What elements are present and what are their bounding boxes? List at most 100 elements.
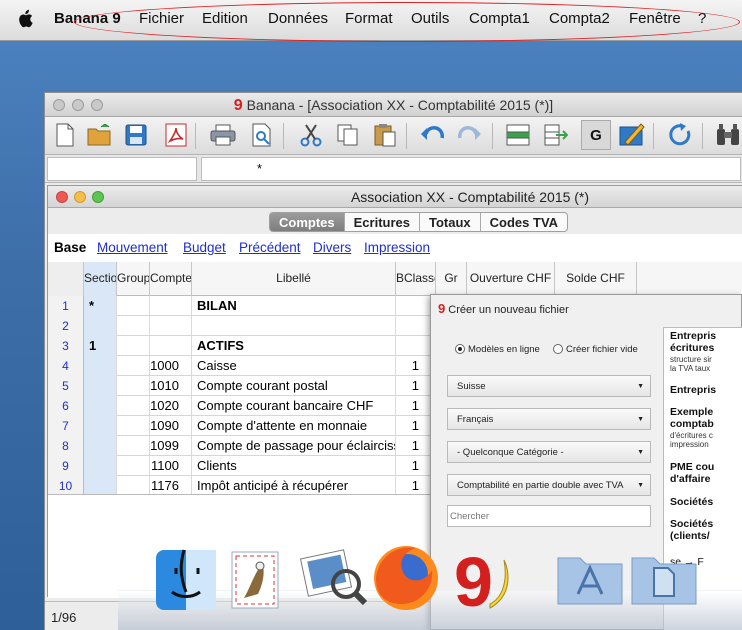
subtab-impression[interactable]: Impression [364,240,430,255]
cell-compte[interactable]: 1020 [150,396,192,416]
subtab-divers[interactable]: Divers [313,240,351,255]
col-groupe[interactable]: Groupe [117,262,150,296]
cell-section[interactable] [84,356,117,376]
cell-compte[interactable]: 1176 [150,476,192,494]
insert-row-icon[interactable] [503,120,533,150]
cell-section[interactable] [84,456,117,476]
cut-icon[interactable] [296,120,326,150]
col-gr[interactable]: Gr [436,262,467,296]
open-file-icon[interactable] [85,120,115,150]
table-cell[interactable] [117,336,150,356]
cell-section[interactable]: * [84,296,117,316]
cell-compte[interactable] [150,336,192,356]
tab-comptes[interactable]: Comptes [270,213,345,231]
cell-libelle[interactable]: Compte d'attente en monnaie [192,416,396,436]
refresh-icon[interactable] [666,120,696,150]
undo-icon[interactable] [417,120,447,150]
table-cell[interactable] [117,316,150,336]
cell-libelle[interactable]: BILAN [192,296,396,316]
table-cell[interactable] [117,456,150,476]
cell-libelle[interactable]: Impôt anticipé à récupérer [192,476,396,494]
cell-libelle[interactable] [192,316,396,336]
row-number[interactable]: 8 [48,436,84,456]
apple-icon[interactable] [17,9,35,29]
row-number[interactable]: 5 [48,376,84,396]
cell-libelle[interactable]: Clients [192,456,396,476]
cell-section[interactable]: 1 [84,336,117,356]
table-cell[interactable] [117,296,150,316]
firefox-icon[interactable] [370,540,442,617]
banana-app-icon[interactable]: 9 [446,543,514,621]
cell-compte[interactable]: 1090 [150,416,192,436]
row-number[interactable]: 4 [48,356,84,376]
row-number[interactable]: 10 [48,476,84,494]
col-compte[interactable]: Compte [150,262,192,296]
subtab-precedent[interactable]: Précédent [239,240,301,255]
radio-empty-file[interactable]: Créer fichier vide [553,344,638,355]
country-select[interactable]: Suisse ▼ [447,375,651,397]
radio-online-templates[interactable]: Modèles en ligne [455,344,540,355]
edit-pencil-icon[interactable] [617,120,647,150]
mail-icon[interactable] [226,548,286,617]
cell-section[interactable] [84,436,117,456]
cell-libelle[interactable]: ACTIFS [192,336,396,356]
col-bclasse[interactable]: BClasse [396,262,436,296]
subtab-budget[interactable]: Budget [183,240,226,255]
table-cell[interactable] [117,396,150,416]
tab-totaux[interactable]: Totaux [420,213,481,231]
subtab-base[interactable]: Base [54,240,86,255]
cell-section[interactable] [84,376,117,396]
subtab-mouvement[interactable]: Mouvement [97,240,168,255]
copy-icon[interactable] [333,120,363,150]
table-cell[interactable] [117,436,150,456]
col-ouverture[interactable]: Ouverture CHF [467,262,555,296]
preview-icon[interactable] [298,540,370,615]
print-preview-icon[interactable] [247,120,277,150]
row-number[interactable]: 6 [48,396,84,416]
cell-compte[interactable] [150,316,192,336]
row-number[interactable]: 2 [48,316,84,336]
col-section[interactable]: Section [84,262,117,296]
move-row-icon[interactable] [541,120,571,150]
row-number[interactable]: 9 [48,456,84,476]
cell-libelle[interactable]: Compte courant bancaire CHF [192,396,396,416]
tab-ecritures[interactable]: Ecritures [345,213,420,231]
table-cell[interactable] [117,416,150,436]
finder-icon[interactable] [154,548,218,617]
print-icon[interactable] [208,120,238,150]
col-libelle[interactable]: Libellé [192,262,396,296]
table-cell[interactable] [117,376,150,396]
cell-compte[interactable]: 1099 [150,436,192,456]
cell-libelle[interactable]: Compte de passage pour éclaircisser [192,436,396,456]
cell-compte[interactable]: 1100 [150,456,192,476]
cell-libelle[interactable]: Caisse [192,356,396,376]
paste-icon[interactable] [370,120,400,150]
search-input[interactable]: Chercher [447,505,651,527]
table-cell[interactable] [117,356,150,376]
col-solde[interactable]: Solde CHF [555,262,637,296]
cell-section[interactable] [84,396,117,416]
g-button[interactable]: G [581,120,611,150]
save-icon[interactable] [121,120,151,150]
formula-input[interactable]: * [201,157,741,181]
cell-libelle[interactable]: Compte courant postal [192,376,396,396]
redo-icon[interactable] [455,120,485,150]
documents-folder-icon[interactable] [630,550,698,611]
new-file-icon[interactable] [50,120,80,150]
cell-section[interactable] [84,416,117,436]
row-number[interactable]: 1 [48,296,84,316]
cell-compte[interactable] [150,296,192,316]
language-select[interactable]: Français ▼ [447,408,651,430]
accounting-type-select[interactable]: Comptabilité en partie double avec TVA ▼ [447,474,651,496]
category-select[interactable]: - Quelconque Catégorie - ▼ [447,441,651,463]
tab-codes-tva[interactable]: Codes TVA [481,213,567,231]
row-number[interactable]: 7 [48,416,84,436]
cell-compte[interactable]: 1010 [150,376,192,396]
pdf-icon[interactable] [161,120,191,150]
cell-compte[interactable]: 1000 [150,356,192,376]
table-cell[interactable] [117,476,150,494]
binoculars-icon[interactable] [713,120,742,150]
cell-section[interactable] [84,476,117,494]
cell-reference-field[interactable] [47,157,197,181]
applications-folder-icon[interactable] [556,550,624,611]
